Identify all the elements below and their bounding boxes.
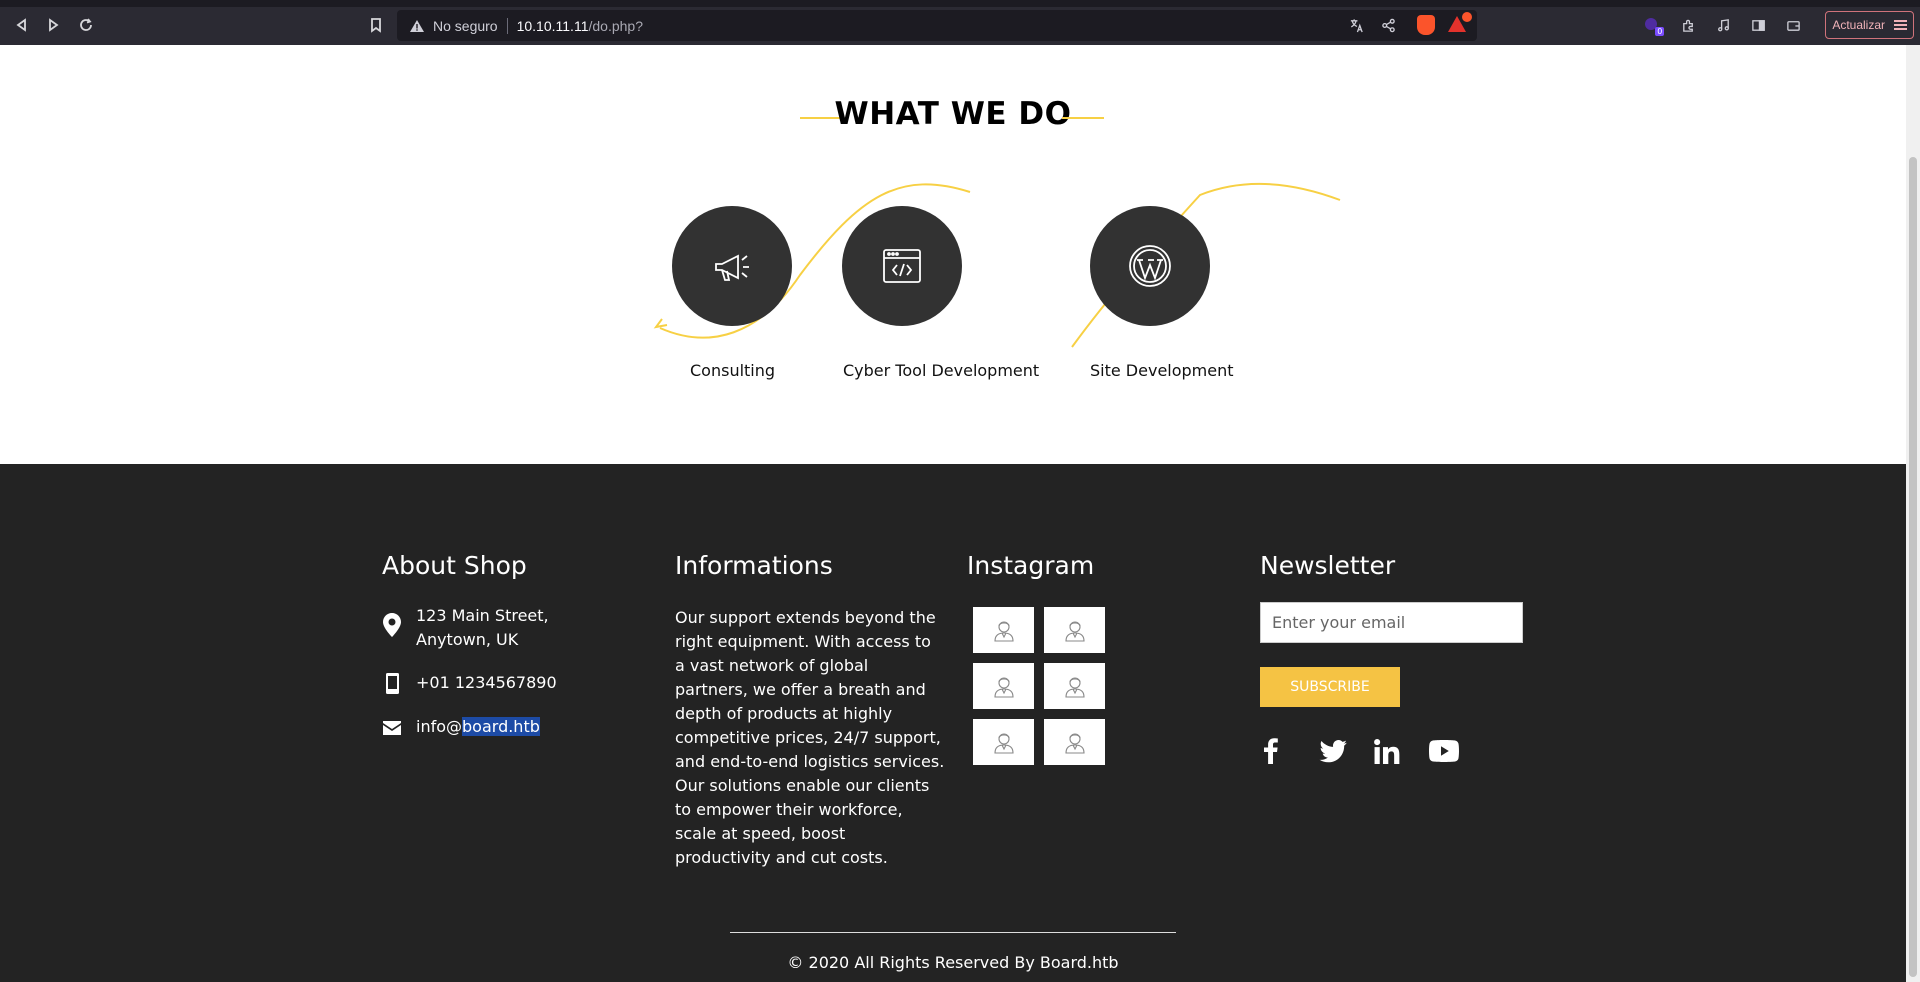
- address-text: 123 Main Street, Anytown, UK: [416, 604, 549, 652]
- email-link[interactable]: info@board.htb: [416, 715, 540, 739]
- user-placeholder-icon: [993, 621, 1014, 642]
- site-footer: About Shop 123 Main Street, Anytown, UK …: [0, 464, 1906, 982]
- translate-icon[interactable]: [1345, 14, 1367, 36]
- newsletter-title: Newsletter: [1260, 551, 1396, 580]
- instagram-grid: [973, 607, 1105, 765]
- social-links: [1260, 736, 1480, 766]
- service-label-consulting: Consulting: [690, 361, 776, 380]
- user-placeholder-icon: [993, 733, 1014, 754]
- newsletter-email-input[interactable]: [1260, 602, 1523, 643]
- envelope-icon: [382, 715, 402, 735]
- wallet-icon[interactable]: [1782, 14, 1804, 36]
- bookmark-icon[interactable]: [364, 13, 388, 37]
- youtube-icon[interactable]: [1425, 736, 1480, 766]
- brave-rewards-icon[interactable]: [1447, 12, 1472, 36]
- brave-shields-icon[interactable]: [1415, 14, 1437, 36]
- footer-informations-column: Informations Our support extends beyond …: [675, 551, 955, 867]
- service-label-cyber-tool-development: Cyber Tool Development: [843, 361, 1040, 380]
- security-status[interactable]: No seguro: [433, 18, 498, 34]
- url-path: /do.php?: [588, 17, 643, 34]
- what-we-do-section: WHAT WE DO Consulting Cyber Tool Develop…: [0, 45, 1906, 464]
- page-content: WHAT WE DO Consulting Cyber Tool Develop…: [0, 45, 1906, 982]
- extension-icon[interactable]: 0: [1642, 14, 1665, 36]
- informations-text: Our support extends beyond the right equ…: [675, 608, 945, 867]
- copyright-text: © 2020 All Rights Reserved By Board.htb: [787, 953, 1119, 972]
- instagram-tile[interactable]: [973, 607, 1034, 653]
- scrollbar-thumb[interactable]: [1909, 157, 1917, 977]
- subscribe-button[interactable]: SUBSCRIBE: [1260, 667, 1400, 707]
- footer-divider: [730, 932, 1176, 933]
- address-row: 123 Main Street, Anytown, UK: [382, 604, 549, 652]
- menu-icon: [1894, 20, 1907, 30]
- address-line-2: Anytown, UK: [416, 630, 519, 649]
- footer-about-column: About Shop 123 Main Street, Anytown, UK …: [382, 551, 642, 751]
- linkedin-icon[interactable]: [1370, 736, 1425, 766]
- informations-title: Informations: [675, 551, 833, 580]
- facebook-icon[interactable]: [1260, 736, 1315, 766]
- about-title: About Shop: [382, 551, 527, 580]
- instagram-tile[interactable]: [1044, 719, 1105, 765]
- page-scrollbar[interactable]: [1906, 45, 1920, 982]
- puzzle-icon[interactable]: [1677, 14, 1699, 36]
- instagram-tile[interactable]: [1044, 607, 1105, 653]
- url-host: 10.10.11.11: [516, 17, 589, 34]
- location-pin-icon: [382, 604, 402, 637]
- warning-icon: [410, 19, 424, 32]
- instagram-tile[interactable]: [1044, 663, 1105, 709]
- phone-icon: [382, 671, 402, 694]
- url-separator: [506, 17, 508, 34]
- email-prefix: info@: [416, 717, 463, 736]
- email-row: info@board.htb: [382, 715, 540, 739]
- code-window-icon[interactable]: [842, 206, 962, 326]
- instagram-tile[interactable]: [973, 719, 1034, 765]
- extension-badge-count: 0: [1655, 27, 1665, 36]
- instagram-tile[interactable]: [973, 663, 1034, 709]
- twitter-icon[interactable]: [1315, 736, 1370, 766]
- user-placeholder-icon: [1064, 621, 1085, 642]
- address-line-1: 123 Main Street,: [416, 606, 549, 625]
- browser-toolbar: No seguro 10.10.11.11/do.php? 0 Actualiz…: [0, 0, 1920, 45]
- service-label-site-development: Site Development: [1090, 361, 1234, 380]
- sidebar-icon[interactable]: [1747, 14, 1769, 36]
- user-placeholder-icon: [993, 677, 1014, 698]
- user-placeholder-icon: [1064, 733, 1085, 754]
- forward-arrow-icon[interactable]: [41, 13, 65, 37]
- megaphone-icon[interactable]: [672, 206, 792, 326]
- share-icon[interactable]: [1377, 14, 1399, 36]
- update-button[interactable]: Actualizar: [1825, 11, 1914, 39]
- user-placeholder-icon: [1064, 677, 1085, 698]
- wordpress-icon[interactable]: [1090, 206, 1210, 326]
- footer-newsletter-column: Newsletter SUBSCRIBE: [1260, 551, 1540, 791]
- phone-row: +01 1234567890: [382, 671, 557, 695]
- footer-instagram-column: Instagram: [967, 551, 1167, 765]
- phone-number[interactable]: +01 1234567890: [416, 671, 557, 695]
- address-bar[interactable]: No seguro 10.10.11.11/do.php?: [397, 10, 1477, 41]
- instagram-title: Instagram: [967, 551, 1095, 580]
- music-icon[interactable]: [1712, 14, 1734, 36]
- update-button-label: Actualizar: [1832, 18, 1885, 32]
- email-domain-selected: board.htb: [462, 717, 540, 736]
- back-arrow-icon[interactable]: [10, 13, 34, 37]
- reload-icon[interactable]: [74, 13, 98, 37]
